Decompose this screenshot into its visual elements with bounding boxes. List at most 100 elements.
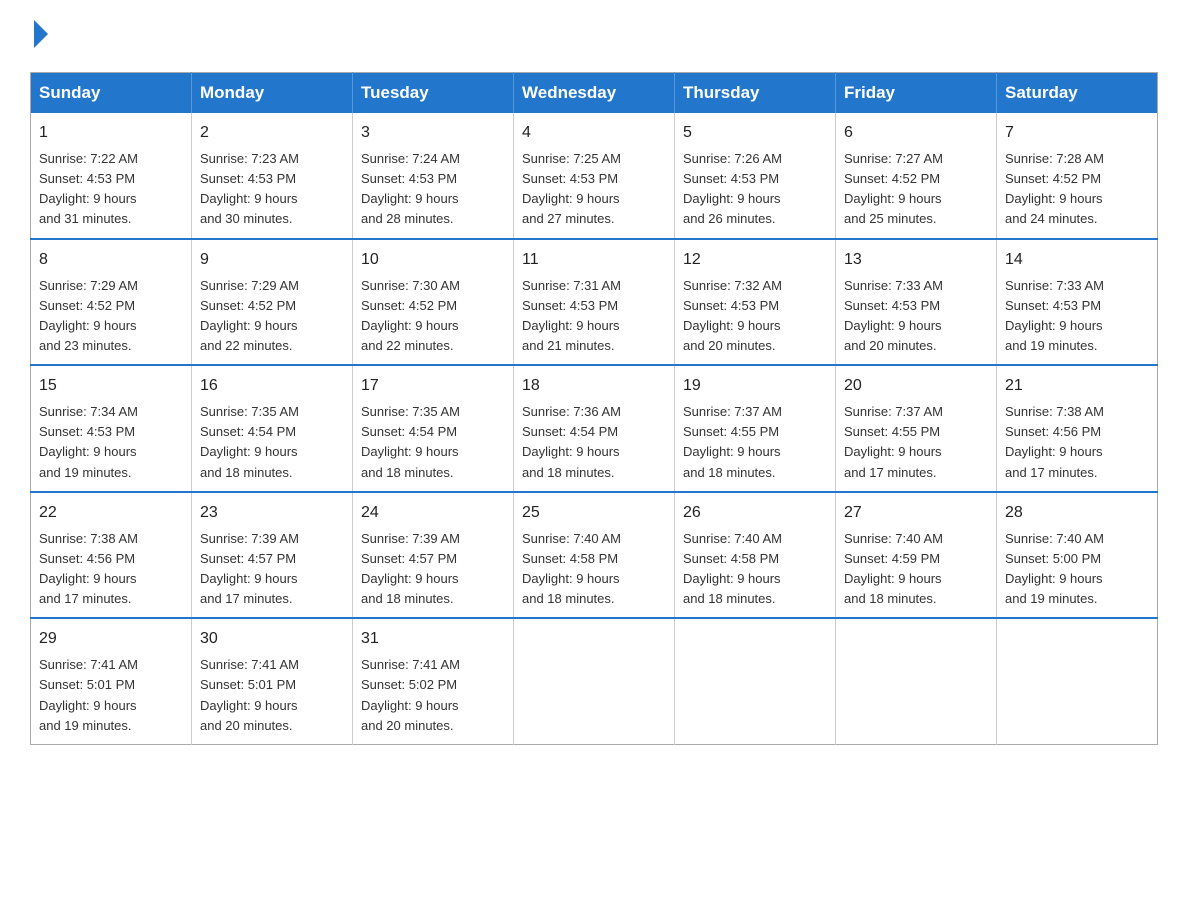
weekday-header-row: SundayMondayTuesdayWednesdayThursdayFrid… [31, 73, 1158, 114]
calendar-cell [836, 618, 997, 744]
calendar-cell: 8 Sunrise: 7:29 AMSunset: 4:52 PMDaylight… [31, 239, 192, 366]
day-number: 23 [200, 501, 344, 525]
day-number: 13 [844, 248, 988, 272]
day-number: 22 [39, 501, 183, 525]
day-number: 4 [522, 121, 666, 145]
day-info: Sunrise: 7:29 AMSunset: 4:52 PMDaylight:… [39, 276, 183, 357]
weekday-header-wednesday: Wednesday [514, 73, 675, 114]
weekday-header-tuesday: Tuesday [353, 73, 514, 114]
calendar-cell: 2 Sunrise: 7:23 AMSunset: 4:53 PMDaylight… [192, 113, 353, 239]
day-number: 19 [683, 374, 827, 398]
calendar-cell: 9Sunrise: 7:29 AMSunset: 4:52 PMDaylight… [192, 239, 353, 366]
calendar-cell: 29Sunrise: 7:41 AMSunset: 5:01 PMDayligh… [31, 618, 192, 744]
day-number: 28 [1005, 501, 1149, 525]
calendar-cell: 30Sunrise: 7:41 AMSunset: 5:01 PMDayligh… [192, 618, 353, 744]
calendar-cell: 23 Sunrise: 7:39 AMSunset: 4:57 PMDayligh… [192, 492, 353, 619]
calendar-week-row: 15 Sunrise: 7:34 AMSunset: 4:53 PMDayligh… [31, 365, 1158, 492]
day-info: Sunrise: 7:29 AMSunset: 4:52 PMDaylight:… [200, 276, 344, 357]
calendar-cell: 6 Sunrise: 7:27 AMSunset: 4:52 PMDaylight… [836, 113, 997, 239]
day-number: 27 [844, 501, 988, 525]
day-info: Sunrise: 7:33 AMSunset: 4:53 PMDaylight:… [844, 276, 988, 357]
calendar-cell: 19 Sunrise: 7:37 AMSunset: 4:55 PMDayligh… [675, 365, 836, 492]
calendar-cell: 13 Sunrise: 7:33 AMSunset: 4:53 PMDayligh… [836, 239, 997, 366]
day-info: Sunrise: 7:41 AMSunset: 5:01 PMDaylight:… [200, 655, 344, 736]
day-number: 24 [361, 501, 505, 525]
weekday-header-saturday: Saturday [997, 73, 1158, 114]
calendar-cell: 31 Sunrise: 7:41 AMSunset: 5:02 PMDayligh… [353, 618, 514, 744]
day-number: 8 [39, 248, 183, 272]
day-info: Sunrise: 7:40 AMSunset: 5:00 PMDaylight:… [1005, 529, 1149, 610]
calendar-cell: 16Sunrise: 7:35 AMSunset: 4:54 PMDayligh… [192, 365, 353, 492]
calendar-cell: 20 Sunrise: 7:37 AMSunset: 4:55 PMDayligh… [836, 365, 997, 492]
day-info: Sunrise: 7:33 AMSunset: 4:53 PMDaylight:… [1005, 276, 1149, 357]
calendar-week-row: 8 Sunrise: 7:29 AMSunset: 4:52 PMDaylight… [31, 239, 1158, 366]
day-number: 29 [39, 627, 183, 651]
day-info: Sunrise: 7:40 AMSunset: 4:58 PMDaylight:… [522, 529, 666, 610]
day-info: Sunrise: 7:26 AMSunset: 4:53 PMDaylight:… [683, 149, 827, 230]
day-number: 11 [522, 248, 666, 272]
calendar-week-row: 29 Sunrise: 7:41 AMSunset: 5:01 PMDayligh… [31, 618, 1158, 744]
day-info: Sunrise: 7:38 AMSunset: 4:56 PMDaylight:… [1005, 402, 1149, 483]
day-info: Sunrise: 7:23 AMSunset: 4:53 PMDaylight:… [200, 149, 344, 230]
day-info: Sunrise: 7:37 AMSunset: 4:55 PMDaylight:… [844, 402, 988, 483]
day-number: 31 [361, 627, 505, 651]
logo [30, 20, 48, 52]
calendar-cell: 24 Sunrise: 7:39 AMSunset: 4:57 PMDayligh… [353, 492, 514, 619]
day-number: 25 [522, 501, 666, 525]
calendar-cell: 3Sunrise: 7:24 AMSunset: 4:53 PMDaylight… [353, 113, 514, 239]
day-number: 21 [1005, 374, 1149, 398]
calendar-cell: 12 Sunrise: 7:32 AMSunset: 4:53 PMDayligh… [675, 239, 836, 366]
page-header [30, 20, 1158, 52]
weekday-header-friday: Friday [836, 73, 997, 114]
day-info: Sunrise: 7:39 AMSunset: 4:57 PMDaylight:… [200, 529, 344, 610]
calendar-cell: 26 Sunrise: 7:40 AMSunset: 4:58 PMDayligh… [675, 492, 836, 619]
day-info: Sunrise: 7:35 AMSunset: 4:54 PMDaylight:… [361, 402, 505, 483]
calendar-cell [997, 618, 1158, 744]
calendar-week-row: 1Sunrise: 7:22 AMSunset: 4:53 PMDaylight… [31, 113, 1158, 239]
weekday-header-thursday: Thursday [675, 73, 836, 114]
weekday-header-monday: Monday [192, 73, 353, 114]
calendar-cell: 28 Sunrise: 7:40 AMSunset: 5:00 PMDayligh… [997, 492, 1158, 619]
calendar-cell: 10Sunrise: 7:30 AMSunset: 4:52 PMDayligh… [353, 239, 514, 366]
day-info: Sunrise: 7:25 AMSunset: 4:53 PMDaylight:… [522, 149, 666, 230]
calendar-cell: 1Sunrise: 7:22 AMSunset: 4:53 PMDaylight… [31, 113, 192, 239]
day-number: 20 [844, 374, 988, 398]
day-number: 7 [1005, 121, 1149, 145]
day-info: Sunrise: 7:40 AMSunset: 4:58 PMDaylight:… [683, 529, 827, 610]
logo-arrow-icon [34, 20, 48, 48]
calendar-cell: 7 Sunrise: 7:28 AMSunset: 4:52 PMDaylight… [997, 113, 1158, 239]
day-info: Sunrise: 7:40 AMSunset: 4:59 PMDaylight:… [844, 529, 988, 610]
day-number: 26 [683, 501, 827, 525]
day-info: Sunrise: 7:31 AMSunset: 4:53 PMDaylight:… [522, 276, 666, 357]
day-info: Sunrise: 7:27 AMSunset: 4:52 PMDaylight:… [844, 149, 988, 230]
day-info: Sunrise: 7:34 AMSunset: 4:53 PMDaylight:… [39, 402, 183, 483]
calendar-cell: 27 Sunrise: 7:40 AMSunset: 4:59 PMDayligh… [836, 492, 997, 619]
calendar-cell: 17 Sunrise: 7:35 AMSunset: 4:54 PMDayligh… [353, 365, 514, 492]
calendar-cell [514, 618, 675, 744]
day-number: 14 [1005, 248, 1149, 272]
calendar-cell: 25 Sunrise: 7:40 AMSunset: 4:58 PMDayligh… [514, 492, 675, 619]
calendar-cell: 15 Sunrise: 7:34 AMSunset: 4:53 PMDayligh… [31, 365, 192, 492]
day-info: Sunrise: 7:32 AMSunset: 4:53 PMDaylight:… [683, 276, 827, 357]
calendar-cell: 21 Sunrise: 7:38 AMSunset: 4:56 PMDayligh… [997, 365, 1158, 492]
day-number: 5 [683, 121, 827, 145]
calendar-cell: 22 Sunrise: 7:38 AMSunset: 4:56 PMDayligh… [31, 492, 192, 619]
calendar-week-row: 22 Sunrise: 7:38 AMSunset: 4:56 PMDayligh… [31, 492, 1158, 619]
calendar-header: SundayMondayTuesdayWednesdayThursdayFrid… [31, 73, 1158, 114]
day-number: 2 [200, 121, 344, 145]
day-info: Sunrise: 7:37 AMSunset: 4:55 PMDaylight:… [683, 402, 827, 483]
day-number: 12 [683, 248, 827, 272]
day-info: Sunrise: 7:28 AMSunset: 4:52 PMDaylight:… [1005, 149, 1149, 230]
day-info: Sunrise: 7:39 AMSunset: 4:57 PMDaylight:… [361, 529, 505, 610]
day-info: Sunrise: 7:38 AMSunset: 4:56 PMDaylight:… [39, 529, 183, 610]
day-info: Sunrise: 7:41 AMSunset: 5:02 PMDaylight:… [361, 655, 505, 736]
day-number: 18 [522, 374, 666, 398]
day-number: 15 [39, 374, 183, 398]
calendar-cell: 11 Sunrise: 7:31 AMSunset: 4:53 PMDayligh… [514, 239, 675, 366]
day-number: 17 [361, 374, 505, 398]
calendar-body: 1Sunrise: 7:22 AMSunset: 4:53 PMDaylight… [31, 113, 1158, 744]
day-info: Sunrise: 7:30 AMSunset: 4:52 PMDaylight:… [361, 276, 505, 357]
day-number: 3 [361, 121, 505, 145]
day-info: Sunrise: 7:22 AMSunset: 4:53 PMDaylight:… [39, 149, 183, 230]
day-number: 6 [844, 121, 988, 145]
